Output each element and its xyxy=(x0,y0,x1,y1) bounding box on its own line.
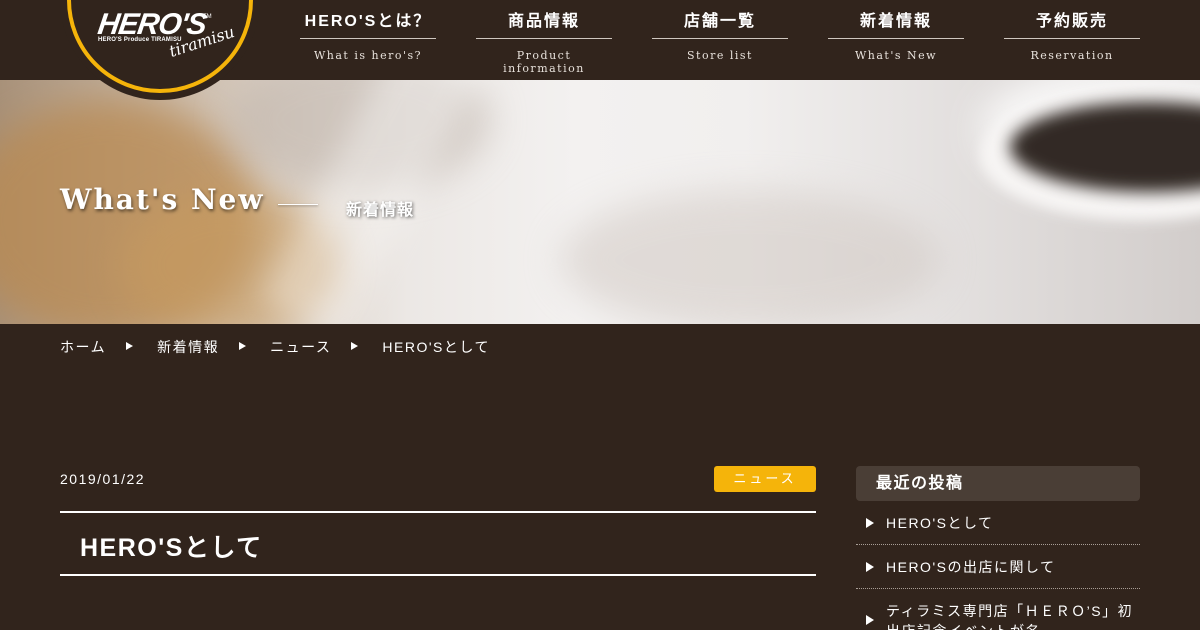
site-header: HERO'S TM HERO'S Produce TIRAMISU tirami… xyxy=(0,0,1200,100)
recent-post-item[interactable]: HERO'Sの出店に関して xyxy=(856,545,1140,589)
category-badge[interactable]: ニュース xyxy=(714,466,816,492)
recent-post-title: HERO'Sとして xyxy=(886,515,994,531)
sidebar: 最近の投稿 HERO'Sとして HERO'Sの出店に関して ティラミス専門店「Ｈ… xyxy=(856,466,1140,630)
nav-stores[interactable]: 店舗一覧 Store list xyxy=(652,0,788,80)
nav-reservation-label: 予約販売 xyxy=(1004,0,1140,39)
nav-products[interactable]: 商品情報 Product information xyxy=(476,0,612,80)
global-nav: HERO'Sとは？ What is hero's? 商品情報 Product i… xyxy=(300,0,1140,80)
recent-posts-heading: 最近の投稿 xyxy=(856,466,1140,501)
breadcrumb-arrow-icon xyxy=(126,342,134,350)
breadcrumb-news[interactable]: 新着情報 xyxy=(157,337,219,357)
page-title: What's New xyxy=(60,183,265,216)
post-title: HERO'Sとして xyxy=(80,534,263,562)
nav-products-sublabel: Product information xyxy=(503,49,585,75)
breadcrumb-current: HERO'Sとして xyxy=(382,339,490,355)
nav-about-label: HERO'Sとは？ xyxy=(300,0,436,39)
hero-bg-saucer xyxy=(560,190,940,324)
recent-post-title: ティラミス専門店「ＨＥＲＯ’S」初出店記念イベントが名 xyxy=(886,603,1134,630)
play-arrow-icon xyxy=(866,518,874,528)
logo-trademark: TM xyxy=(203,14,212,20)
breadcrumb-category[interactable]: ニュース xyxy=(270,337,331,357)
recent-posts-list: HERO'Sとして HERO'Sの出店に関して ティラミス専門店「ＨＥＲＯ’S」… xyxy=(856,501,1140,630)
recent-post-title: HERO'Sの出店に関して xyxy=(886,559,1056,575)
breadcrumb-home[interactable]: ホーム xyxy=(60,337,106,357)
nav-products-label: 商品情報 xyxy=(476,0,612,39)
nav-reservation-sublabel: Reservation xyxy=(1030,49,1114,62)
page-subtitle: 新着情報 xyxy=(346,202,415,219)
nav-whats-new[interactable]: 新着情報 What's New xyxy=(828,0,964,80)
breadcrumb-arrow-icon xyxy=(351,342,359,350)
page-hero: What's New 新着情報 xyxy=(0,80,1200,324)
nav-about-sublabel: What is hero's? xyxy=(313,49,423,62)
nav-reservation[interactable]: 予約販売 Reservation xyxy=(1004,0,1140,80)
nav-whats-new-sublabel: What's New xyxy=(854,49,938,62)
breadcrumb: ホーム 新着情報 ニュース HERO'Sとして xyxy=(60,337,490,357)
title-divider xyxy=(278,204,318,205)
post-date: 2019/01/22 xyxy=(60,471,146,487)
play-arrow-icon xyxy=(866,562,874,572)
nav-stores-label: 店舗一覧 xyxy=(652,0,788,39)
recent-post-item[interactable]: ティラミス専門店「ＨＥＲＯ’S」初出店記念イベントが名 xyxy=(856,589,1140,630)
nav-stores-sublabel: Store list xyxy=(687,49,753,62)
recent-post-item[interactable]: HERO'Sとして xyxy=(856,501,1140,545)
nav-about[interactable]: HERO'Sとは？ What is hero's? xyxy=(300,0,436,80)
nav-whats-new-label: 新着情報 xyxy=(828,0,964,39)
play-arrow-icon xyxy=(866,615,874,625)
breadcrumb-arrow-icon xyxy=(239,342,247,350)
post-title-box: HERO'Sとして xyxy=(60,511,816,576)
